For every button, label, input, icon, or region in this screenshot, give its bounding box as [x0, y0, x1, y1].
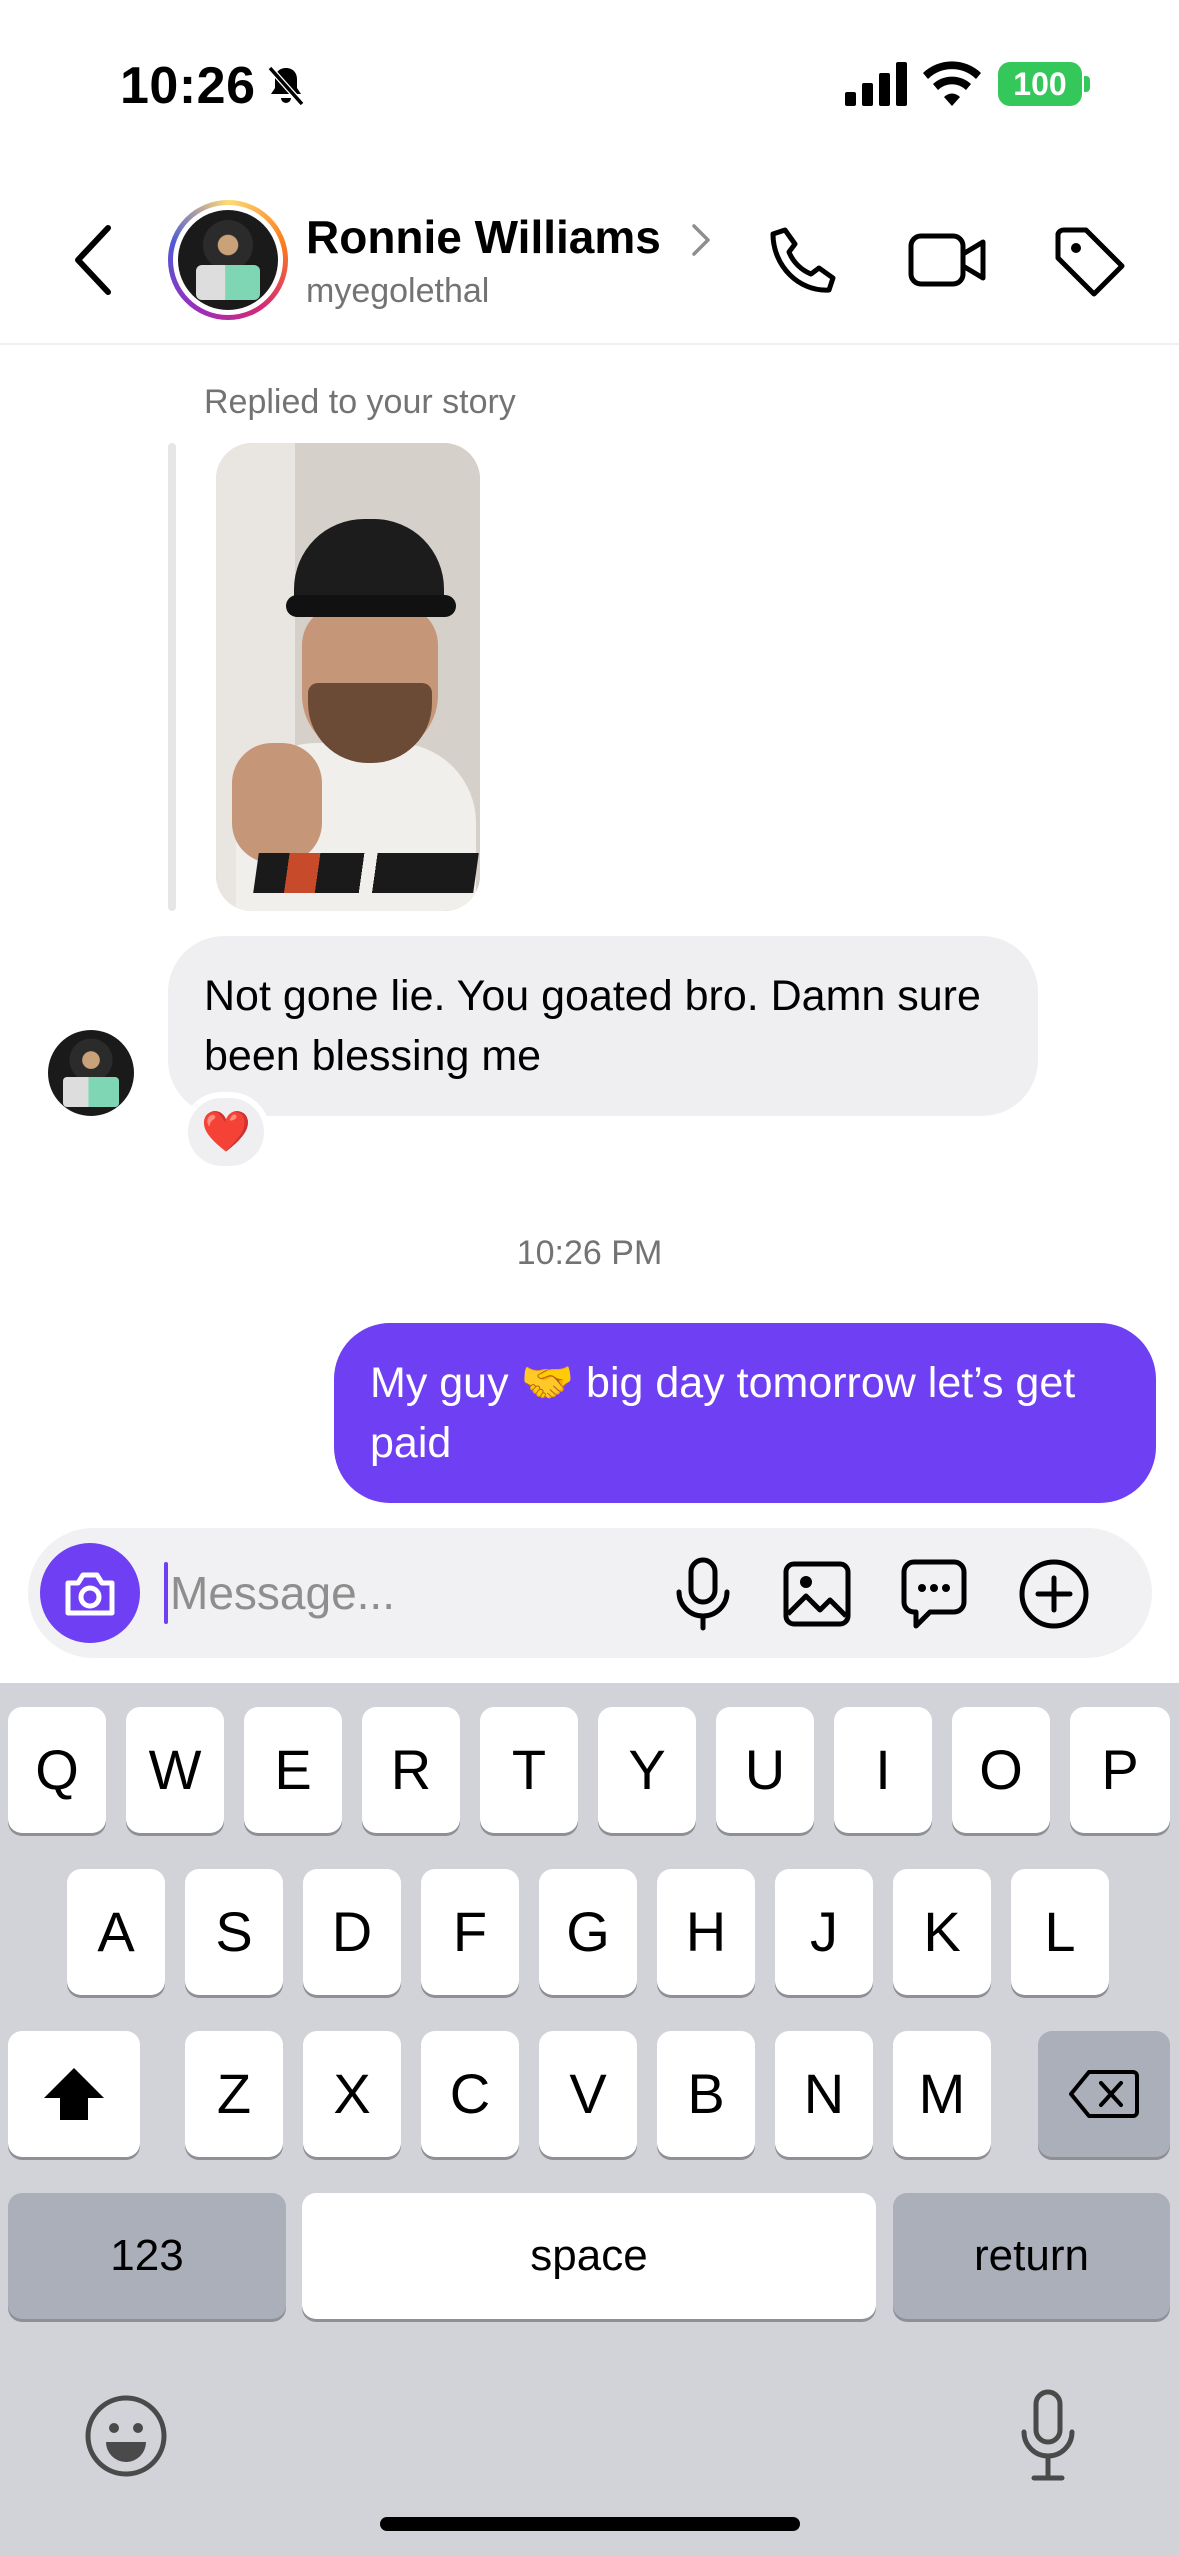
- key-d[interactable]: D: [303, 1869, 401, 1995]
- battery-cap: [1084, 76, 1090, 92]
- key-q[interactable]: Q: [8, 1707, 106, 1833]
- home-indicator[interactable]: [380, 2517, 800, 2531]
- heart-reaction[interactable]: ❤️: [182, 1092, 270, 1172]
- add-plus-icon[interactable]: [1018, 1558, 1090, 1630]
- key-h[interactable]: H: [657, 1869, 755, 1995]
- ios-keyboard: Q W E R T Y U I O P A S D F G H J K L Z …: [0, 1683, 1179, 2556]
- key-g[interactable]: G: [539, 1869, 637, 1995]
- key-k[interactable]: K: [893, 1869, 991, 1995]
- message-input[interactable]: [170, 1558, 640, 1628]
- key-f[interactable]: F: [421, 1869, 519, 1995]
- key-m[interactable]: M: [893, 2031, 991, 2157]
- avatar-photo: [178, 210, 278, 310]
- space-key[interactable]: space: [302, 2193, 876, 2319]
- key-a[interactable]: A: [67, 1869, 165, 1995]
- video-call-icon[interactable]: [908, 228, 988, 292]
- key-s[interactable]: S: [185, 1869, 283, 1995]
- gallery-icon[interactable]: [782, 1560, 852, 1628]
- key-b[interactable]: B: [657, 2031, 755, 2157]
- key-r[interactable]: R: [362, 1707, 460, 1833]
- cellular-signal-icon: [845, 62, 907, 106]
- key-v[interactable]: V: [539, 2031, 637, 2157]
- key-u[interactable]: U: [716, 1707, 814, 1833]
- numbers-key[interactable]: 123: [8, 2193, 286, 2319]
- key-e[interactable]: E: [244, 1707, 342, 1833]
- incoming-message-bubble[interactable]: Not gone lie. You goated bro. Damn sure …: [168, 936, 1038, 1116]
- back-chevron-icon[interactable]: [64, 220, 124, 300]
- key-p[interactable]: P: [1070, 1707, 1170, 1833]
- reply-quote-bar: [168, 443, 176, 911]
- outgoing-message-bubble[interactable]: My guy 🤝 big day tomorrow let’s get paid: [334, 1323, 1156, 1503]
- key-j[interactable]: J: [775, 1869, 873, 1995]
- emoji-icon[interactable]: [84, 2394, 168, 2478]
- key-z[interactable]: Z: [185, 2031, 283, 2157]
- battery-indicator: 100: [998, 62, 1082, 106]
- key-w[interactable]: W: [126, 1707, 224, 1833]
- message-timestamp: 10:26 PM: [516, 1234, 663, 1272]
- key-c[interactable]: C: [421, 2031, 519, 2157]
- key-y[interactable]: Y: [598, 1707, 696, 1833]
- contact-handle[interactable]: myegolethal: [306, 272, 489, 311]
- key-o[interactable]: O: [952, 1707, 1050, 1833]
- text-caret: [164, 1562, 168, 1624]
- status-time: 10:26: [120, 57, 256, 115]
- backspace-icon: [1069, 2070, 1139, 2118]
- key-n[interactable]: N: [775, 2031, 873, 2157]
- bell-off-icon: [267, 66, 305, 106]
- microphone-icon[interactable]: [668, 1556, 738, 1632]
- return-key[interactable]: return: [893, 2193, 1170, 2319]
- key-t[interactable]: T: [480, 1707, 578, 1833]
- sticker-chat-icon[interactable]: [898, 1558, 970, 1630]
- chevron-right-icon[interactable]: [690, 220, 714, 260]
- delete-key[interactable]: [1038, 2031, 1170, 2157]
- key-i[interactable]: I: [834, 1707, 932, 1833]
- phone-call-icon[interactable]: [765, 224, 841, 300]
- story-reply-label: Replied to your story: [204, 383, 516, 421]
- contact-avatar[interactable]: [168, 200, 288, 320]
- sender-avatar[interactable]: [48, 1030, 134, 1116]
- shift-key[interactable]: [8, 2031, 140, 2157]
- message-composer: [28, 1528, 1152, 1658]
- chat-header: Ronnie Williams myegolethal: [0, 180, 1179, 345]
- wifi-icon: [923, 61, 981, 106]
- key-l[interactable]: L: [1011, 1869, 1109, 1995]
- camera-icon: [65, 1572, 115, 1616]
- contact-name[interactable]: Ronnie Williams: [306, 210, 661, 264]
- status-bar: 10:26 100: [0, 0, 1179, 170]
- shift-arrow-icon: [44, 2068, 104, 2120]
- camera-button[interactable]: [40, 1543, 140, 1643]
- dictation-mic-icon[interactable]: [1016, 2388, 1080, 2484]
- tag-icon[interactable]: [1052, 224, 1128, 300]
- story-thumbnail[interactable]: [216, 443, 480, 911]
- key-x[interactable]: X: [303, 2031, 401, 2157]
